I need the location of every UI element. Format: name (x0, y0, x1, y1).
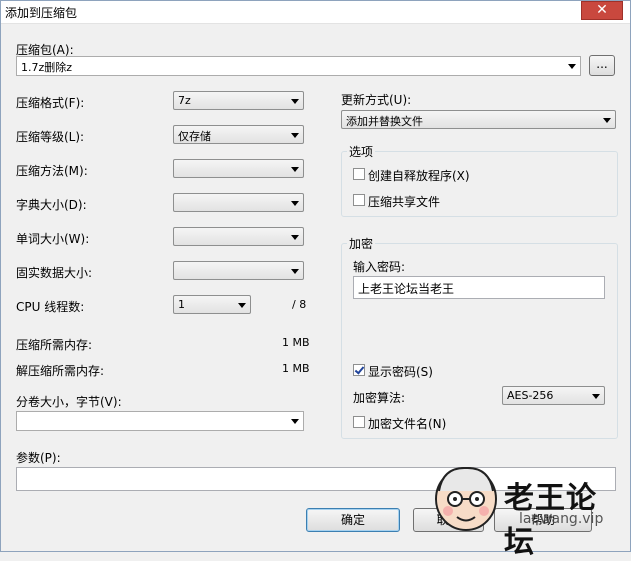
update-select[interactable]: 添加并替换文件 (341, 110, 616, 129)
format-label: 压缩格式(F): (16, 96, 85, 110)
level-label: 压缩等级(L): (16, 130, 85, 144)
method-label: 压缩方法(M): (16, 164, 88, 178)
format-select[interactable]: 7z (173, 91, 304, 110)
password-label: 输入密码: (353, 260, 406, 274)
encryption-method-select[interactable]: AES-256 (502, 386, 605, 405)
chevron-down-icon (592, 394, 600, 399)
mascot-face-icon (435, 466, 497, 531)
chevron-down-icon (291, 167, 299, 172)
level-value: 仅存储 (178, 130, 211, 143)
cpu-label: CPU 线程数: (16, 300, 85, 314)
chevron-down-icon (291, 133, 299, 138)
encryption-title: 加密 (347, 235, 376, 252)
chevron-down-icon (291, 269, 299, 274)
dict-label: 字典大小(D): (16, 198, 87, 212)
word-label: 单词大小(W): (16, 232, 90, 246)
chevron-down-icon (291, 201, 299, 206)
method-select[interactable] (173, 159, 304, 178)
dict-select[interactable] (173, 193, 304, 212)
browse-button[interactable]: ... (589, 55, 615, 76)
title-bar: 添加到压缩包 ✕ (1, 1, 630, 24)
watermark: 老王论坛 laowang.vip (431, 461, 626, 560)
encryption-method-label: 加密算法: (353, 391, 406, 405)
shared-files-checkbox[interactable] (353, 194, 365, 206)
encrypt-names-label[interactable]: 加密文件名(N) (368, 415, 446, 432)
update-value: 添加并替换文件 (346, 115, 423, 128)
sfx-checkbox[interactable] (353, 168, 365, 180)
update-label: 更新方式(U): (341, 93, 412, 107)
chevron-down-icon (568, 64, 576, 69)
mem-decompress-value: 1 MB (282, 362, 310, 375)
mem-decompress-label: 解压缩所需内存: (16, 364, 105, 378)
encryption-method-value: AES-256 (507, 389, 554, 402)
ok-button[interactable]: 确定 (306, 508, 400, 532)
show-password-label[interactable]: 显示密码(S) (368, 363, 433, 380)
chevron-down-icon (291, 419, 299, 424)
password-input[interactable]: 上老王论坛当老王 (353, 276, 605, 299)
chevron-down-icon (603, 118, 611, 123)
solid-select[interactable] (173, 261, 304, 280)
format-value: 7z (178, 94, 191, 107)
shared-files-label[interactable]: 压缩共享文件 (368, 193, 440, 210)
volume-combo[interactable] (16, 411, 304, 431)
watermark-url: laowang.vip (519, 511, 604, 527)
add-to-archive-dialog: 添加到压缩包 ✕ 压缩包(A): 1.7z删除z ... 压缩格式(F): 7z… (0, 0, 631, 560)
volume-label: 分卷大小，字节(V): (16, 395, 122, 409)
sfx-label[interactable]: 创建自释放程序(X) (368, 167, 470, 184)
word-select[interactable] (173, 227, 304, 246)
cpu-max: / 8 (292, 298, 307, 311)
params-label: 参数(P): (16, 451, 61, 465)
close-button[interactable]: ✕ (581, 1, 623, 20)
chevron-down-icon (238, 303, 246, 308)
chevron-down-icon (291, 99, 299, 104)
show-password-checkbox[interactable] (353, 364, 365, 376)
archive-path-combo[interactable]: 1.7z删除z (16, 56, 581, 76)
cpu-select[interactable]: 1 (173, 295, 251, 314)
solid-label: 固实数据大小: (16, 266, 93, 280)
window-title: 添加到压缩包 (5, 6, 78, 20)
options-title: 选项 (347, 143, 376, 160)
password-value: 上老王论坛当老王 (358, 282, 455, 296)
encrypt-names-checkbox[interactable] (353, 416, 365, 428)
chevron-down-icon (291, 235, 299, 240)
cpu-value: 1 (178, 298, 185, 311)
archive-path-value: 1.7z删除z (21, 61, 73, 74)
mem-compress-label: 压缩所需内存: (16, 338, 93, 352)
level-select[interactable]: 仅存储 (173, 125, 304, 144)
mem-compress-value: 1 MB (282, 336, 310, 349)
